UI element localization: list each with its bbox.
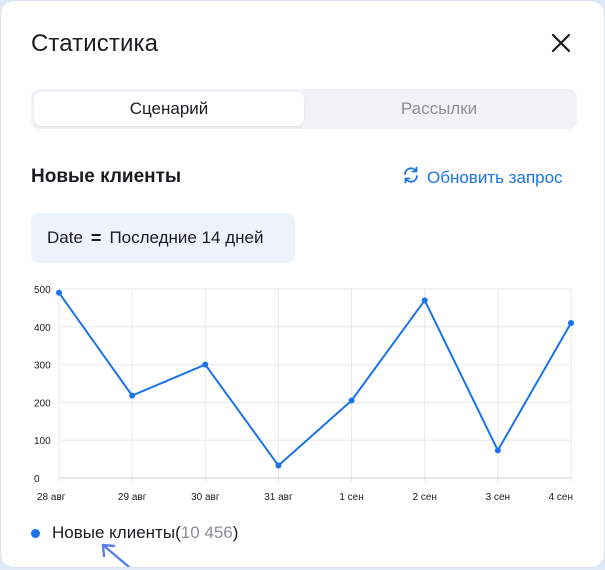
- legend-label: Новые клиенты: [52, 523, 176, 542]
- y-tick-label: 100: [34, 436, 51, 447]
- x-tick-label: 4 сен: [549, 492, 573, 503]
- y-tick-label: 400: [34, 323, 51, 334]
- tab-switcher: Сценарий Рассылки: [31, 89, 577, 129]
- data-point: [129, 392, 136, 399]
- data-point: [56, 289, 62, 296]
- y-tick-label: 500: [34, 285, 51, 296]
- legend-count: 10 456: [180, 523, 233, 542]
- filter-field: Date: [47, 228, 83, 247]
- line-chart: 0 100 200 300 400 500 28 авг 29 авг 30 авг 31 авг…: [34, 285, 574, 503]
- chart-legend: Новые клиенты (10 456): [31, 523, 238, 543]
- data-point: [494, 447, 501, 454]
- pointer-cursor-icon: [99, 541, 139, 567]
- refresh-label: Обновить запрос: [427, 167, 563, 187]
- x-tick-label: 29 авг: [118, 492, 147, 503]
- legend-marker: [31, 528, 40, 538]
- statistics-modal: Статистика Сценарий Рассылки Новые клиен…: [0, 0, 605, 568]
- x-tick-label: 30 авг: [191, 492, 220, 503]
- y-tick-label: 300: [34, 361, 51, 372]
- x-tick-label: 3 сен: [486, 492, 510, 503]
- modal-title: Статистика: [31, 30, 159, 57]
- data-point: [568, 320, 574, 327]
- date-filter-chip[interactable]: Date = Последние 14 дней: [31, 213, 295, 263]
- x-tick-label: 28 авг: [37, 492, 66, 503]
- close-icon[interactable]: [549, 31, 573, 55]
- data-point: [421, 297, 428, 304]
- refresh-icon: [401, 166, 421, 189]
- refresh-query-button[interactable]: Обновить запрос: [401, 166, 563, 189]
- filter-operator: =: [90, 227, 102, 248]
- x-tick-label: 2 сен: [412, 492, 436, 503]
- filter-value: Последние 14 дней: [109, 228, 264, 247]
- series-line: [58, 292, 572, 467]
- data-point: [348, 397, 355, 404]
- data-point: [202, 361, 209, 368]
- tab-scenario[interactable]: Сценарий: [34, 92, 304, 126]
- section-title: Новые клиенты: [31, 166, 182, 187]
- tab-mailings[interactable]: Рассылки: [304, 92, 574, 126]
- y-tick-label: 0: [34, 474, 40, 485]
- legend-close-paren: ): [232, 523, 239, 542]
- data-point: [275, 462, 282, 469]
- x-tick-label: 1 сен: [339, 492, 363, 503]
- y-tick-label: 200: [34, 398, 51, 409]
- x-tick-label: 31 авг: [264, 492, 293, 503]
